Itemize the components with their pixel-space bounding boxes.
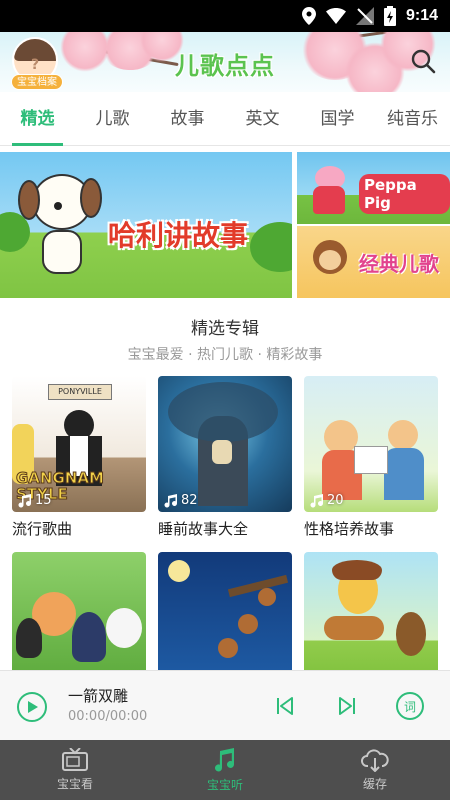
album-title: 睡前故事大全	[158, 520, 249, 538]
tab-featured[interactable]: 精选	[0, 92, 75, 146]
song-title: 一箭双雕	[68, 687, 129, 705]
tab-english[interactable]: 英文	[225, 92, 300, 146]
puppy-illustration	[18, 174, 102, 284]
search-icon	[411, 49, 436, 74]
peppa-logo-text: Peppa Pig	[359, 174, 450, 214]
previous-button[interactable]	[272, 693, 298, 719]
album-card[interactable]: 82 睡前故事大全	[158, 376, 292, 539]
no-signal-icon	[355, 7, 374, 25]
album-card[interactable]	[12, 552, 146, 688]
album-cover: PONYVILLE GANGNAM STYLE 15	[12, 376, 146, 512]
section-title: 精选专辑	[191, 319, 259, 339]
mini-player: 一箭双雕 00:00/00:00 词	[0, 670, 450, 740]
album-cover	[158, 552, 292, 688]
skip-previous-icon	[277, 697, 293, 715]
monkey-illustration	[309, 240, 349, 284]
nav-listen[interactable]: 宝宝听	[150, 740, 300, 800]
app-logo: 儿歌点点	[175, 52, 275, 80]
album-title: 性格培养故事	[304, 520, 395, 538]
peppa-illustration	[311, 166, 345, 214]
banner-main-title: 哈利讲故事	[108, 219, 249, 252]
banner-erge-title: 经典儿歌	[359, 252, 439, 276]
app-header: ? 宝宝档案 儿歌点点	[0, 32, 450, 92]
play-button[interactable]	[17, 692, 47, 722]
category-tabs: 精选 儿歌 故事 英文 国学 纯音乐	[0, 92, 450, 146]
nav-cache[interactable]: 缓存	[300, 740, 450, 800]
nav-watch-label: 宝宝看	[56, 777, 93, 791]
search-button[interactable]	[406, 44, 440, 78]
nav-cache-label: 缓存	[362, 777, 387, 791]
lyrics-button[interactable]: 词	[396, 692, 424, 720]
music-note-icon	[18, 493, 31, 507]
nav-watch[interactable]: 宝宝看	[0, 740, 150, 800]
banner-peppa-pig[interactable]: Peppa Pig	[297, 152, 450, 224]
album-card[interactable]: PONYVILLE GANGNAM STYLE 15 流行歌曲	[12, 376, 146, 539]
battery-charging-icon	[383, 6, 396, 26]
wifi-icon	[325, 8, 346, 24]
tab-pure-music[interactable]: 纯音乐	[375, 92, 450, 146]
album-cover: 20	[304, 376, 438, 512]
play-icon	[28, 701, 38, 713]
album-cover	[304, 552, 438, 688]
skip-next-icon	[339, 697, 355, 715]
banner-harry-stories[interactable]: 哈利讲故事	[0, 152, 292, 298]
baby-profile-badge[interactable]: 宝宝档案	[11, 74, 63, 90]
ponyville-sign: PONYVILLE	[48, 384, 112, 400]
track-count: 82	[164, 493, 198, 508]
track-count: 15	[18, 493, 52, 508]
cloud-download-icon	[361, 749, 389, 772]
album-card[interactable]	[304, 552, 438, 688]
nav-listen-label: 宝宝听	[206, 778, 243, 792]
album-cover: 82	[158, 376, 292, 512]
album-title: 流行歌曲	[12, 520, 73, 538]
bottom-navigation: 宝宝看 宝宝听 缓存	[0, 740, 450, 800]
album-card[interactable]	[158, 552, 292, 688]
clock-time: 9:14	[405, 7, 438, 24]
song-time: 00:00/00:00	[68, 709, 148, 724]
app-screen: 9:14 ? 宝宝档案 儿歌点点 精选 儿歌 故事 英文 国学 纯音乐 哈利讲故…	[0, 0, 450, 800]
album-cover	[12, 552, 146, 688]
location-icon	[301, 7, 316, 25]
tab-stories[interactable]: 故事	[150, 92, 225, 146]
tab-classics[interactable]: 国学	[300, 92, 375, 146]
album-card[interactable]: 20 性格培养故事	[304, 376, 438, 539]
music-note-icon	[310, 493, 323, 507]
track-count: 20	[310, 493, 344, 508]
tv-icon	[62, 748, 88, 771]
music-note-icon	[164, 493, 177, 507]
section-subtitle: 宝宝最爱 · 热门儿歌 · 精彩故事	[127, 347, 323, 363]
tab-songs[interactable]: 儿歌	[75, 92, 150, 146]
status-bar: 9:14	[0, 0, 450, 32]
next-button[interactable]	[334, 693, 360, 719]
banner-classic-songs[interactable]: 经典儿歌	[297, 226, 450, 298]
music-notes-icon	[215, 748, 234, 772]
